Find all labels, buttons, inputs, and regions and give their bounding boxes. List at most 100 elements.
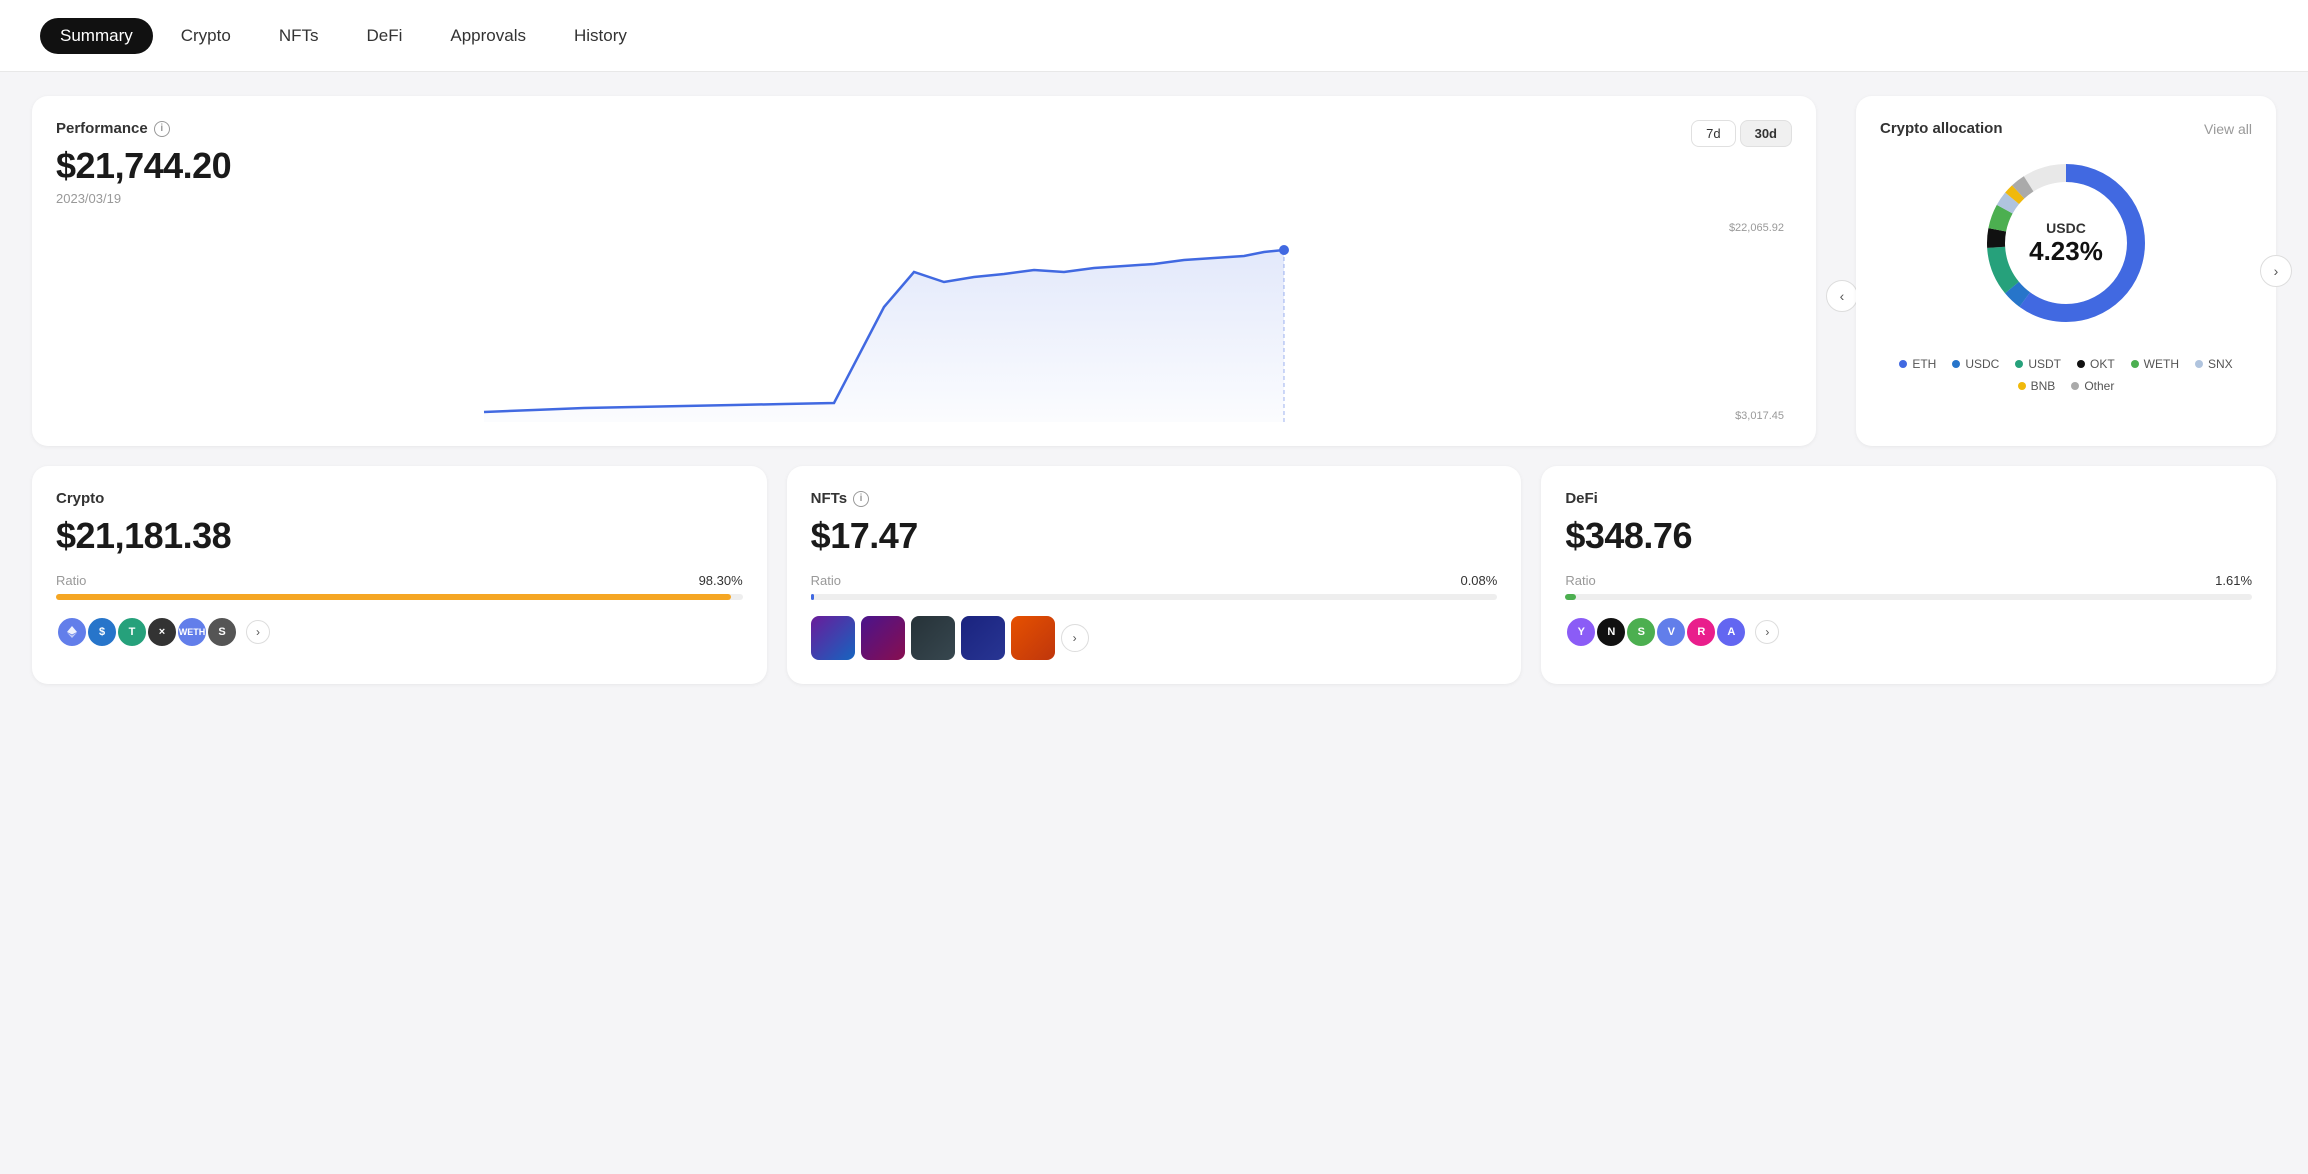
defi-card-title: DeFi <box>1565 490 2252 507</box>
crypto-progress-bg <box>56 594 743 600</box>
crypto-progress-fill <box>56 594 731 600</box>
time-7d[interactable]: 7d <box>1691 120 1735 147</box>
nfts-ratio-label: Ratio <box>811 573 841 588</box>
performance-info-icon[interactable]: i <box>154 121 170 137</box>
legend-weth-label: WETH <box>2144 357 2179 371</box>
allocation-card: Crypto allocation View all <box>1856 96 2276 446</box>
legend-okt-label: OKT <box>2090 357 2115 371</box>
nav-nfts[interactable]: NFTs <box>259 18 339 54</box>
donut-container: USDC 4.23% <box>1880 153 2252 333</box>
donut-pct: 4.23% <box>2029 236 2103 267</box>
crypto-card-title: Crypto <box>56 490 743 507</box>
defi-tokens-chevron[interactable]: › <box>1755 620 1779 644</box>
defi-ratio-pct: 1.61% <box>2215 573 2252 588</box>
legend-other: Other <box>2071 379 2114 393</box>
defi-progress-bg <box>1565 594 2252 600</box>
nft-thumb-5[interactable] <box>1011 616 1055 660</box>
defi-token-3[interactable]: S <box>1625 616 1657 648</box>
crypto-bottom-card: Crypto $21,181.38 Ratio 98.30% $ T × WET… <box>32 466 767 684</box>
chart-high-label: $22,065.92 <box>1729 222 1784 234</box>
nft-thumb-2[interactable] <box>861 616 905 660</box>
nfts-progress-bg <box>811 594 1498 600</box>
nfts-card-amount: $17.47 <box>811 515 1498 557</box>
donut-ticker: USDC <box>2029 220 2103 236</box>
token-snx[interactable]: S <box>206 616 238 648</box>
defi-token-1[interactable]: Y <box>1565 616 1597 648</box>
performance-date: 2023/03/19 <box>56 191 1792 206</box>
legend-eth: ETH <box>1899 357 1936 371</box>
defi-ratio-label: Ratio <box>1565 573 1595 588</box>
crypto-ratio-row: Ratio 98.30% <box>56 573 743 588</box>
legend-bnb: BNB <box>2018 379 2056 393</box>
legend-okt-dot <box>2077 360 2085 368</box>
defi-token-icons: Y N S V R A › <box>1565 616 2252 648</box>
performance-chart <box>56 222 1712 422</box>
legend-bnb-label: BNB <box>2031 379 2056 393</box>
performance-title: Performance i <box>56 120 1792 137</box>
nft-thumb-4[interactable] <box>961 616 1005 660</box>
legend-usdt: USDT <box>2015 357 2061 371</box>
chart-area-fill <box>484 250 1284 422</box>
view-all-btn[interactable]: View all <box>2204 121 2252 137</box>
main-content: Performance i $21,744.20 2023/03/19 7d 3… <box>0 72 2308 708</box>
legend-usdt-dot <box>2015 360 2023 368</box>
defi-token-4[interactable]: V <box>1655 616 1687 648</box>
carousel-right-btn[interactable]: › <box>2260 255 2292 287</box>
carousel-left-btn[interactable]: ‹ <box>1826 280 1858 312</box>
token-okt[interactable]: × <box>146 616 178 648</box>
chart-area: $22,065.92 <box>56 222 1792 422</box>
legend-usdc-label: USDC <box>1965 357 1999 371</box>
legend-snx-dot <box>2195 360 2203 368</box>
legend-usdt-label: USDT <box>2028 357 2061 371</box>
nft-thumb-1[interactable] <box>811 616 855 660</box>
legend-weth: WETH <box>2131 357 2179 371</box>
crypto-card-amount: $21,181.38 <box>56 515 743 557</box>
nav-approvals[interactable]: Approvals <box>430 18 546 54</box>
nav-summary[interactable]: Summary <box>40 18 153 54</box>
nfts-ratio-pct: 0.08% <box>1460 573 1497 588</box>
legend-okt: OKT <box>2077 357 2115 371</box>
nfts-bottom-card: NFTs i $17.47 Ratio 0.08% › <box>787 466 1522 684</box>
defi-card-amount: $348.76 <box>1565 515 2252 557</box>
legend-usdc: USDC <box>1952 357 1999 371</box>
token-weth[interactable]: WETH <box>176 616 208 648</box>
nft-thumb-row: › <box>811 616 1498 660</box>
defi-token-6[interactable]: A <box>1715 616 1747 648</box>
legend-eth-label: ETH <box>1912 357 1936 371</box>
nfts-progress-fill <box>811 594 814 600</box>
nft-thumb-3[interactable] <box>911 616 955 660</box>
token-eth[interactable] <box>56 616 88 648</box>
nfts-ratio-row: Ratio 0.08% <box>811 573 1498 588</box>
bottom-row: Crypto $21,181.38 Ratio 98.30% $ T × WET… <box>32 466 2276 684</box>
crypto-ratio-label: Ratio <box>56 573 86 588</box>
defi-ratio-row: Ratio 1.61% <box>1565 573 2252 588</box>
time-buttons: 7d 30d <box>1691 120 1792 147</box>
nfts-info-icon[interactable]: i <box>853 491 869 507</box>
donut-center: USDC 4.23% <box>2029 220 2103 267</box>
defi-bottom-card: DeFi $348.76 Ratio 1.61% Y N S V R A › <box>1541 466 2276 684</box>
token-usdc[interactable]: $ <box>86 616 118 648</box>
allocation-legend: ETH USDC USDT OKT WETH <box>1880 357 2252 393</box>
nav-history[interactable]: History <box>554 18 647 54</box>
nav-defi[interactable]: DeFi <box>346 18 422 54</box>
allocation-title: Crypto allocation <box>1880 120 2003 137</box>
legend-weth-dot <box>2131 360 2139 368</box>
chart-low-label: $3,017.45 <box>1735 410 1784 422</box>
token-usdt[interactable]: T <box>116 616 148 648</box>
nav-crypto[interactable]: Crypto <box>161 18 251 54</box>
top-row: Performance i $21,744.20 2023/03/19 7d 3… <box>32 96 2276 446</box>
time-30d[interactable]: 30d <box>1740 120 1792 147</box>
nfts-card-title: NFTs i <box>811 490 1498 507</box>
allocation-header: Crypto allocation View all <box>1880 120 2252 137</box>
crypto-ratio-pct: 98.30% <box>699 573 743 588</box>
defi-token-5[interactable]: R <box>1685 616 1717 648</box>
crypto-tokens-chevron[interactable]: › <box>246 620 270 644</box>
nfts-chevron[interactable]: › <box>1061 624 1089 652</box>
legend-other-dot <box>2071 382 2079 390</box>
legend-bnb-dot <box>2018 382 2026 390</box>
performance-amount: $21,744.20 <box>56 145 1792 187</box>
legend-snx-label: SNX <box>2208 357 2233 371</box>
defi-token-2[interactable]: N <box>1595 616 1627 648</box>
top-nav: Summary Crypto NFTs DeFi Approvals Histo… <box>0 0 2308 72</box>
crypto-token-icons: $ T × WETH S › <box>56 616 743 648</box>
